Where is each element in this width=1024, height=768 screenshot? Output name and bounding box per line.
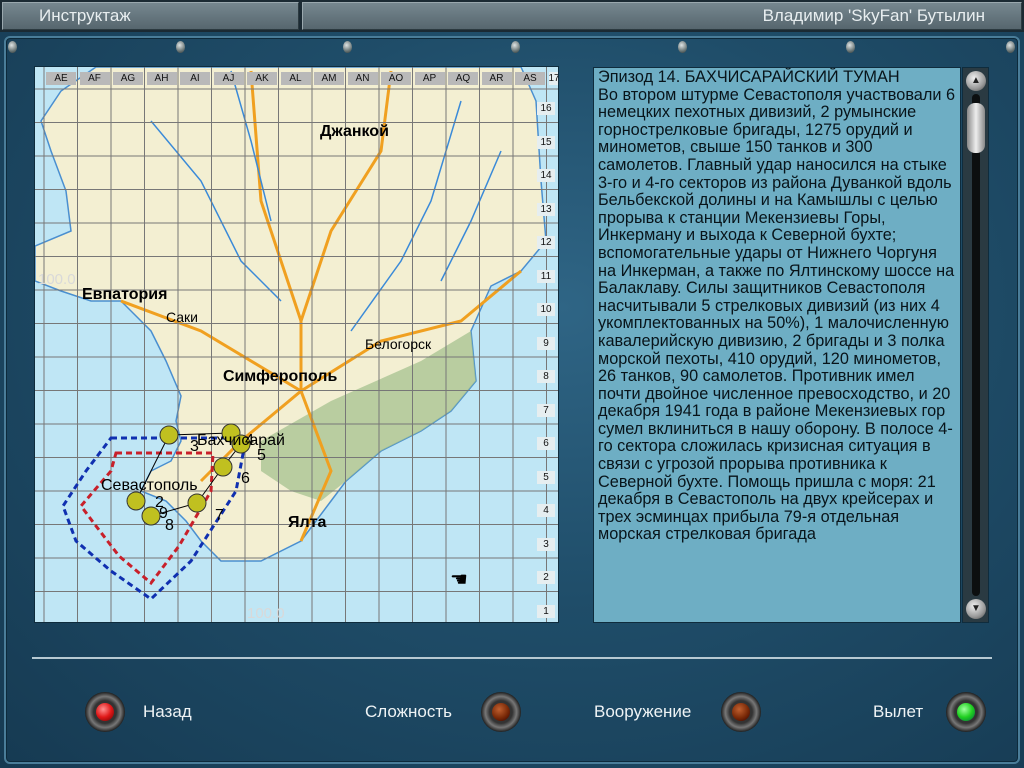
grid-row-label: 12 bbox=[537, 236, 555, 249]
screw-icon bbox=[846, 41, 855, 53]
city-simferopol: Симферополь bbox=[223, 368, 338, 385]
grid-row-label: 3 bbox=[537, 537, 555, 551]
grid-row-label: 7 bbox=[537, 403, 555, 417]
difficulty-button[interactable] bbox=[481, 692, 521, 732]
scroll-track[interactable] bbox=[972, 94, 980, 596]
scroll-up-icon[interactable]: ▲ bbox=[966, 71, 986, 91]
grid-column-label: 17A bbox=[548, 72, 558, 85]
loadout-button[interactable] bbox=[721, 692, 761, 732]
map-graphics bbox=[35, 67, 558, 622]
city-evpatoria: Евпатория bbox=[82, 286, 168, 303]
city-bakhchisaray: Бахчисарай bbox=[197, 432, 285, 449]
grid-column-label: AP bbox=[414, 72, 445, 85]
back-label[interactable]: Назад bbox=[143, 702, 192, 722]
scroll-down-icon[interactable]: ▼ bbox=[966, 599, 986, 619]
screw-icon bbox=[8, 41, 17, 53]
grid-row-label: 15 bbox=[537, 135, 555, 149]
fly-label[interactable]: Вылет bbox=[873, 702, 923, 722]
back-button[interactable] bbox=[85, 692, 125, 732]
grid-row-label: 14 bbox=[537, 169, 555, 182]
scroll-thumb[interactable] bbox=[967, 103, 985, 153]
screw-icon bbox=[343, 41, 352, 53]
green-lamp-icon bbox=[957, 703, 975, 721]
screen-title: Инструктаж bbox=[2, 2, 299, 30]
grid-row-label: 9 bbox=[537, 336, 555, 350]
city-sevastopol: Севастополь bbox=[101, 477, 198, 494]
grid-row-label: 5 bbox=[537, 470, 555, 484]
grid-column-label: AS bbox=[515, 72, 545, 85]
grid-column-label: AN bbox=[347, 72, 378, 85]
city-dzhankoy: Джанкой bbox=[320, 123, 389, 140]
lamp-icon bbox=[732, 703, 750, 721]
waypoint-label: 9 bbox=[159, 505, 168, 522]
waypoint-marker[interactable] bbox=[213, 457, 233, 477]
grid-row-label: 11 bbox=[537, 269, 555, 283]
divider bbox=[32, 657, 992, 659]
waypoint-label: 3 bbox=[190, 438, 199, 455]
grid-column-label: AJ bbox=[213, 72, 244, 85]
screw-icon bbox=[176, 41, 185, 53]
briefing-text: Во втором штурме Севастополя участвовали… bbox=[598, 85, 956, 544]
grid-column-label: AI bbox=[180, 72, 210, 85]
grid-column-label: AF bbox=[79, 72, 110, 85]
episode-title: Эпизод 14. БАХЧИСАРАЙСКИЙ ТУМАН bbox=[598, 68, 900, 86]
screw-icon bbox=[678, 41, 687, 53]
grid-column-label: AE bbox=[46, 72, 76, 85]
coord-label-bottom: 100.0 bbox=[247, 605, 285, 622]
grid-row-label: 8 bbox=[537, 370, 555, 383]
briefing-scrollbar[interactable]: ▲ ▼ bbox=[962, 67, 989, 623]
grid-column-label: AO bbox=[381, 72, 411, 85]
waypoint-marker[interactable] bbox=[187, 493, 207, 513]
grid-column-label: AG bbox=[113, 72, 143, 85]
grid-row-label: 6 bbox=[537, 437, 555, 450]
grid-column-label: AQ bbox=[448, 72, 478, 85]
grid-row-label: 16 bbox=[537, 102, 555, 115]
screw-icon bbox=[511, 41, 520, 53]
city-yalta: Ялта bbox=[288, 514, 327, 531]
fly-button[interactable] bbox=[946, 692, 986, 732]
red-lamp-icon bbox=[96, 703, 114, 721]
waypoint-label: 6 bbox=[241, 470, 250, 487]
loadout-label[interactable]: Вооружение bbox=[594, 702, 691, 722]
grid-row-label: 2 bbox=[537, 571, 555, 584]
grid-column-label: AH bbox=[146, 72, 177, 85]
grid-row-label: 13 bbox=[537, 202, 555, 216]
grid-row-label: 1 bbox=[537, 604, 555, 618]
waypoint-label: 7 bbox=[215, 507, 224, 524]
waypoint-label: 4 bbox=[245, 432, 254, 449]
lamp-icon bbox=[492, 703, 510, 721]
grid-column-label: AL bbox=[280, 72, 311, 85]
coord-label-left: 100.0 bbox=[38, 271, 76, 288]
grid-column-label: AK bbox=[247, 72, 277, 85]
hand-cursor-icon: ☚ bbox=[450, 569, 468, 591]
briefing-map[interactable]: AEAFAGAHAIAJAKALAMANAOAPAQARAS17A1615141… bbox=[34, 66, 559, 623]
difficulty-label[interactable]: Сложность bbox=[365, 702, 452, 722]
pilot-name: Владимир 'SkyFan' Бутылин bbox=[302, 2, 1022, 30]
top-bar: Инструктаж Владимир 'SkyFan' Бутылин bbox=[0, 0, 1024, 32]
waypoint-label: 5 bbox=[257, 447, 266, 464]
grid-row-label: 10 bbox=[537, 303, 555, 316]
city-saki: Саки bbox=[166, 309, 198, 325]
screw-icon bbox=[1006, 41, 1015, 53]
city-belogorsk: Белогорск bbox=[365, 336, 432, 352]
briefing-text-panel[interactable]: Эпизод 14. БАХЧИСАРАЙСКИЙ ТУМАН Во второ… bbox=[593, 67, 961, 623]
grid-row-label: 4 bbox=[537, 504, 555, 517]
grid-column-label: AR bbox=[481, 72, 512, 85]
grid-column-label: AM bbox=[314, 72, 344, 85]
waypoint-marker[interactable] bbox=[159, 425, 179, 445]
